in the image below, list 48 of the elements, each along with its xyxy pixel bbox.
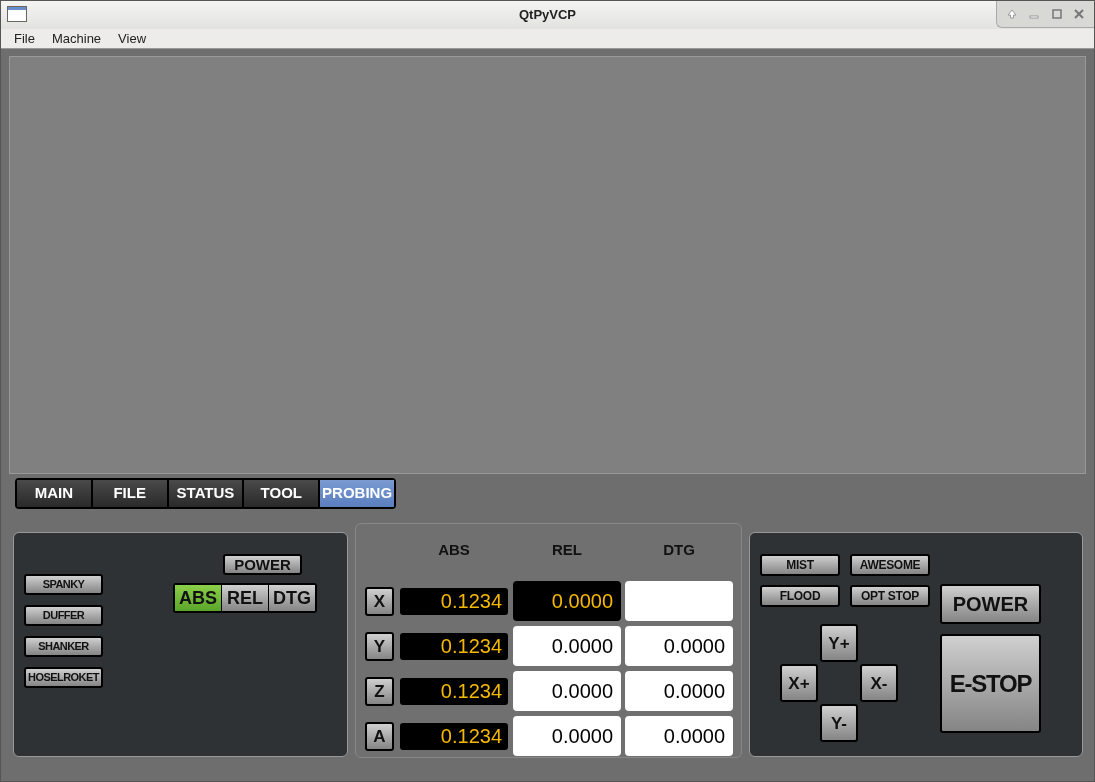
toggle-button[interactable]: MIST [760, 554, 840, 576]
tab[interactable]: STATUS [168, 480, 243, 507]
dtg-readout: 0.0000 [625, 716, 733, 756]
close-icon[interactable] [1072, 8, 1085, 20]
column-header: ABS [437, 539, 471, 560]
panel-button[interactable]: DUFFER [24, 605, 103, 626]
tab[interactable]: TOOL [244, 480, 319, 507]
jog-button[interactable]: X+ [780, 664, 818, 702]
mode-toggle-button[interactable]: ABS [175, 585, 221, 611]
panel-button[interactable]: SPANKY [24, 574, 103, 595]
power-button[interactable]: POWER [223, 554, 302, 575]
abs-readout: 0.1234 [400, 722, 508, 750]
rel-readout: 0.0000 [513, 671, 621, 711]
jog-button[interactable]: Y- [820, 704, 858, 742]
axis-button[interactable]: Y [365, 631, 394, 661]
axis-button[interactable]: X [365, 586, 394, 616]
axis-button[interactable]: A [365, 721, 394, 751]
power-button[interactable]: POWER [940, 584, 1041, 624]
dtg-readout: 0.0000 [625, 671, 733, 711]
tab[interactable]: FILE [92, 480, 167, 507]
panel-button[interactable]: HOSELROKET [24, 667, 103, 688]
shade-icon[interactable] [1006, 8, 1019, 20]
abs-readout: 0.1234 [400, 677, 508, 705]
rel-readout: 0.0000 [513, 626, 621, 666]
axis-button[interactable]: Z [365, 676, 394, 706]
mode-toggle-button[interactable]: DTG [269, 585, 315, 611]
tab[interactable]: MAIN [17, 480, 91, 507]
rel-readout: 0.0000 [513, 581, 621, 621]
window-title: QtPyVCP [518, 6, 577, 25]
panel-button[interactable]: SHANKER [24, 636, 103, 657]
menu-item[interactable]: Machine [51, 28, 102, 49]
toggle-button[interactable]: AWESOME [850, 554, 930, 576]
window-icon [7, 6, 27, 22]
jog-button[interactable]: Y+ [820, 624, 858, 662]
abs-readout: 0.1234 [400, 587, 508, 615]
jog-button[interactable]: X- [860, 664, 898, 702]
column-header: REL [551, 539, 583, 560]
e-stop-button[interactable]: E-STOP [940, 634, 1041, 733]
dtg-readout: 0.0000 [625, 626, 733, 666]
rel-readout: 0.0000 [513, 716, 621, 756]
toggle-button[interactable]: OPT STOP [850, 585, 930, 607]
mode-toggle-button[interactable]: REL [222, 585, 268, 611]
abs-readout: 0.1234 [400, 632, 508, 660]
menu-item[interactable]: View [118, 28, 147, 49]
menu-item[interactable]: File [14, 28, 35, 49]
maximize-icon[interactable] [1050, 8, 1063, 20]
toggle-button[interactable]: FLOOD [760, 585, 840, 607]
column-header: DTG [662, 539, 696, 560]
